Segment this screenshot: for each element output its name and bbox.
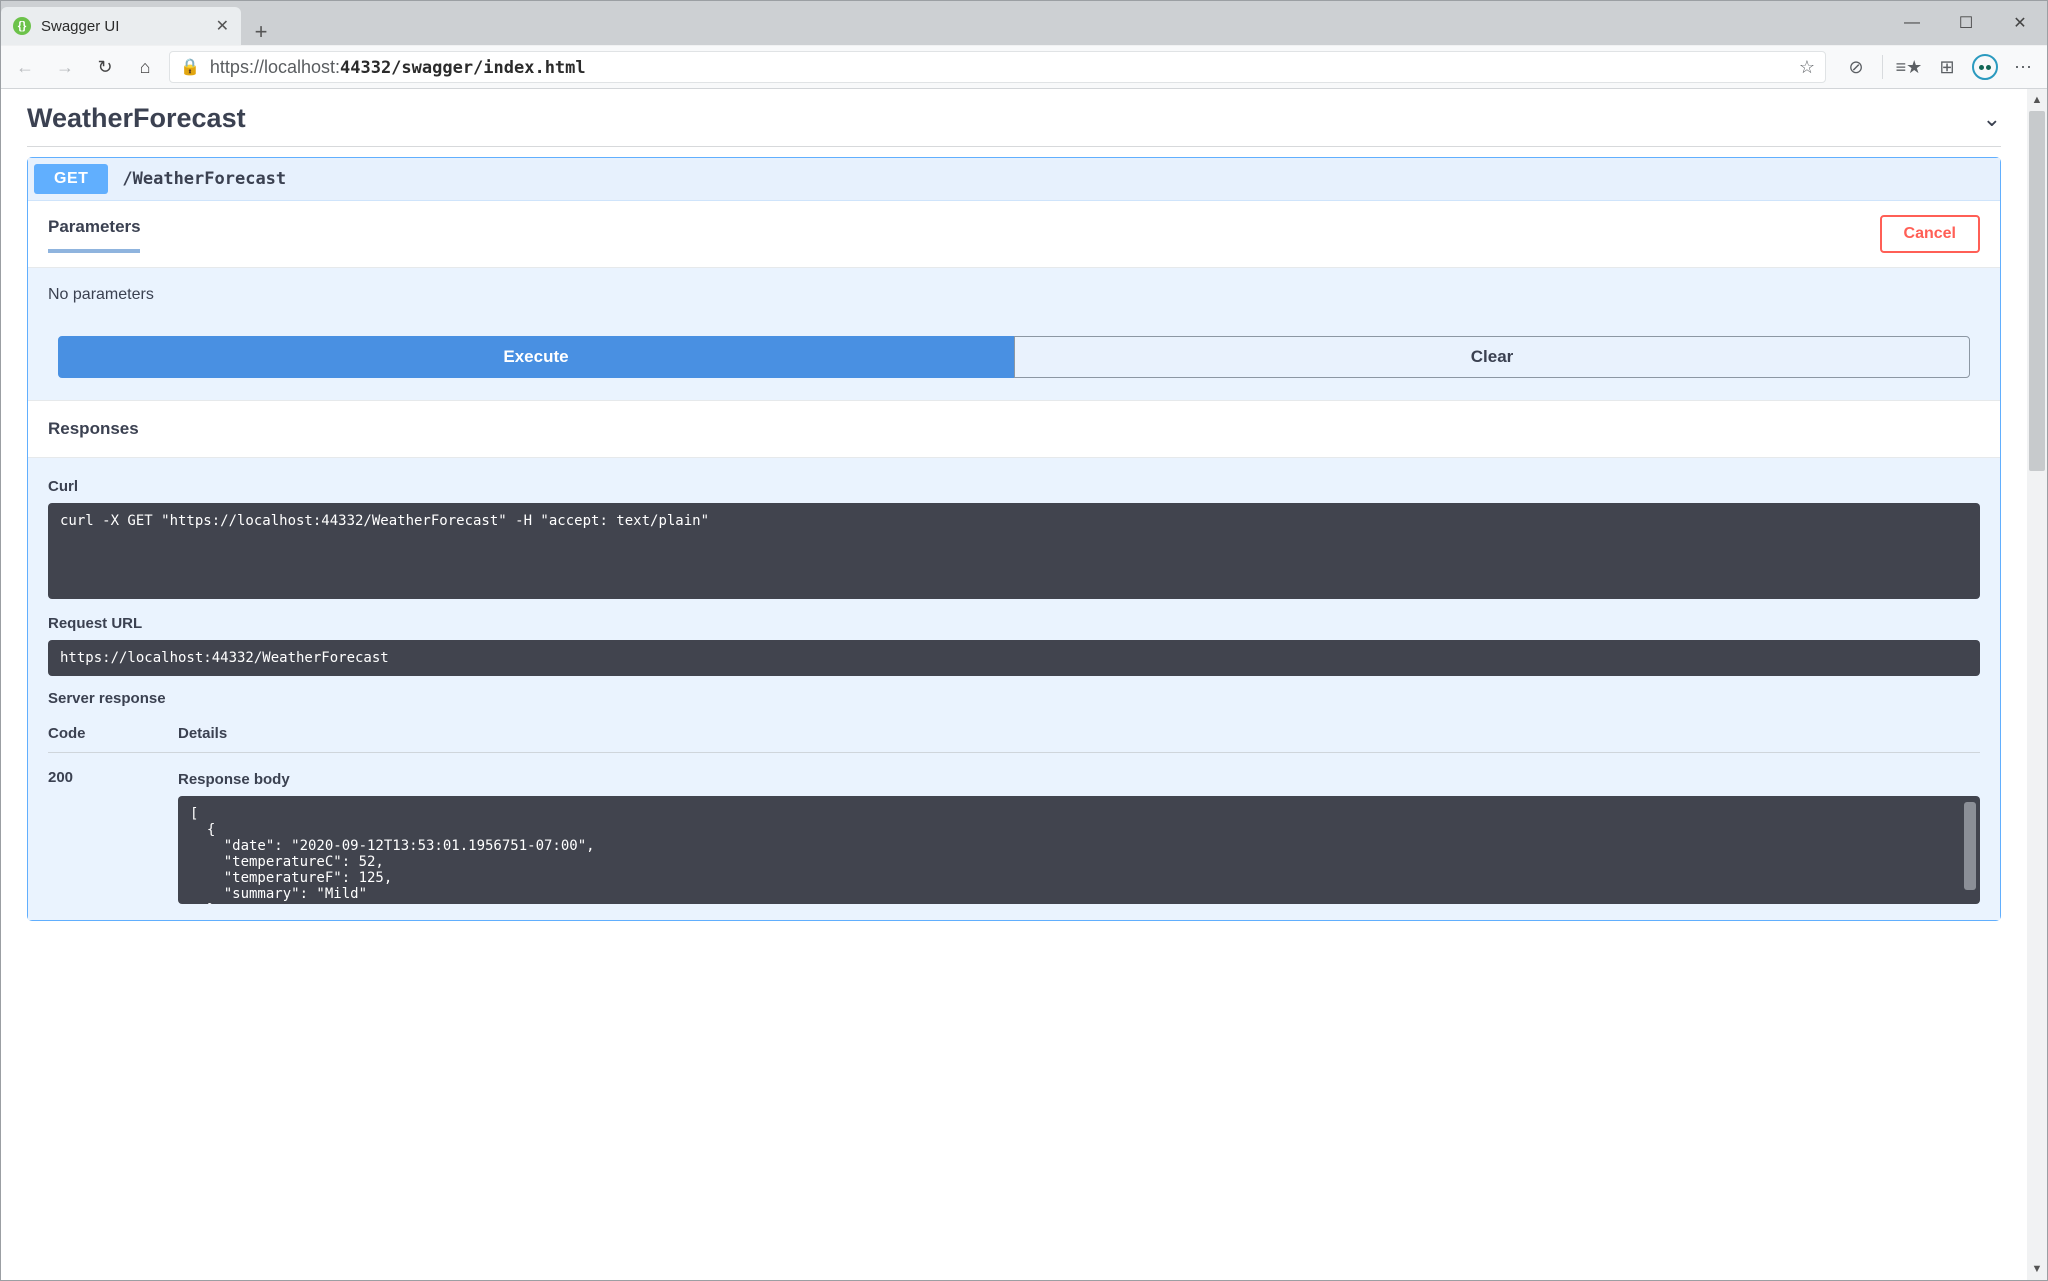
responses-label: Responses bbox=[28, 400, 2000, 458]
browser-window: {} Swagger UI ✕ + — ☐ ✕ ← → ↻ ⌂ 🔒 https:… bbox=[0, 0, 2048, 1281]
home-button[interactable]: ⌂ bbox=[129, 51, 161, 83]
new-tab-button[interactable]: + bbox=[241, 19, 281, 45]
curl-command[interactable]: curl -X GET "https://localhost:44332/Wea… bbox=[48, 503, 1980, 599]
no-parameters-text: No parameters bbox=[28, 268, 2000, 322]
separator bbox=[1882, 55, 1883, 79]
scrollbar-thumb[interactable] bbox=[2029, 111, 2045, 471]
tab-strip: {} Swagger UI ✕ + bbox=[1, 1, 281, 45]
tag-header[interactable]: WeatherForecast ⌄ bbox=[27, 97, 2001, 147]
scrollbar-thumb[interactable] bbox=[1964, 802, 1976, 890]
favorite-icon[interactable]: ☆ bbox=[1799, 57, 1815, 78]
maximize-button[interactable]: ☐ bbox=[1939, 1, 1993, 45]
request-url-label: Request URL bbox=[48, 615, 1980, 632]
col-code: Code bbox=[48, 725, 118, 742]
response-body-label: Response body bbox=[178, 771, 1980, 788]
refresh-button[interactable]: ↻ bbox=[89, 51, 121, 83]
execute-button[interactable]: Execute bbox=[58, 336, 1014, 378]
collections-icon[interactable]: ⊞ bbox=[1931, 51, 1963, 83]
scrollbar-track[interactable] bbox=[2027, 111, 2047, 1258]
operation-block: GET /WeatherForecast Parameters Cancel N… bbox=[27, 157, 2001, 921]
parameters-header: Parameters Cancel bbox=[28, 201, 2000, 268]
operation-header[interactable]: GET /WeatherForecast bbox=[28, 158, 2000, 201]
response-table-header: Code Details bbox=[48, 715, 1980, 753]
response-row: 200 Response body [ { "date": "2020-09-1… bbox=[48, 753, 1980, 904]
scroll-up-icon[interactable]: ▲ bbox=[2032, 89, 2043, 111]
scroll-down-icon[interactable]: ▼ bbox=[2032, 1258, 2043, 1280]
toolbar-right: ⊘ ≡★ ⊞ ⋯ bbox=[1834, 51, 2039, 83]
cancel-button[interactable]: Cancel bbox=[1880, 215, 1980, 253]
curl-label: Curl bbox=[48, 478, 1980, 495]
swagger-ui: WeatherForecast ⌄ GET /WeatherForecast P… bbox=[1, 89, 2027, 921]
more-menu-icon[interactable]: ⋯ bbox=[2007, 51, 2039, 83]
response-details: Response body [ { "date": "2020-09-12T13… bbox=[178, 767, 1980, 904]
url-input[interactable]: 🔒 https://localhost:44332/swagger/index.… bbox=[169, 51, 1826, 83]
window-controls: — ☐ ✕ bbox=[1885, 1, 2047, 45]
page: WeatherForecast ⌄ GET /WeatherForecast P… bbox=[1, 89, 2027, 1280]
request-url[interactable]: https://localhost:44332/WeatherForecast bbox=[48, 640, 1980, 676]
close-tab-icon[interactable]: ✕ bbox=[216, 16, 229, 36]
favicon-swagger-icon: {} bbox=[13, 17, 31, 35]
response-body-json[interactable]: [ { "date": "2020-09-12T13:53:01.1956751… bbox=[178, 796, 1980, 904]
operation-path: /WeatherForecast bbox=[122, 169, 286, 189]
response-body-scrollbar[interactable] bbox=[1964, 802, 1976, 904]
tag-name: WeatherForecast bbox=[27, 103, 246, 134]
chevron-down-icon: ⌄ bbox=[1983, 106, 2001, 132]
server-response-label: Server response bbox=[48, 690, 1980, 707]
profile-button[interactable] bbox=[1969, 51, 2001, 83]
execute-row: Execute Clear bbox=[28, 322, 2000, 400]
profile-avatar-icon bbox=[1972, 54, 1998, 80]
col-details: Details bbox=[178, 725, 227, 742]
favorites-icon[interactable]: ≡★ bbox=[1893, 51, 1925, 83]
clear-button[interactable]: Clear bbox=[1014, 336, 1970, 378]
lock-icon: 🔒 bbox=[180, 57, 200, 77]
tab-active[interactable]: {} Swagger UI ✕ bbox=[1, 7, 241, 45]
adblock-icon[interactable]: ⊘ bbox=[1840, 51, 1872, 83]
tab-title: Swagger UI bbox=[41, 18, 119, 35]
content-area: WeatherForecast ⌄ GET /WeatherForecast P… bbox=[1, 89, 2047, 1280]
forward-button[interactable]: → bbox=[49, 51, 81, 83]
responses-body: Curl curl -X GET "https://localhost:4433… bbox=[28, 458, 2000, 920]
parameters-label: Parameters bbox=[48, 217, 141, 251]
response-code: 200 bbox=[48, 767, 118, 904]
address-bar: ← → ↻ ⌂ 🔒 https://localhost:44332/swagge… bbox=[1, 45, 2047, 89]
url-host: https://localhost: bbox=[210, 57, 340, 77]
titlebar: {} Swagger UI ✕ + — ☐ ✕ bbox=[1, 1, 2047, 45]
minimize-button[interactable]: — bbox=[1885, 1, 1939, 45]
back-button[interactable]: ← bbox=[9, 51, 41, 83]
close-window-button[interactable]: ✕ bbox=[1993, 1, 2047, 45]
page-scrollbar[interactable]: ▲ ▼ bbox=[2027, 89, 2047, 1280]
url-path: 44332/swagger/index.html bbox=[340, 58, 586, 78]
method-badge: GET bbox=[34, 164, 108, 194]
